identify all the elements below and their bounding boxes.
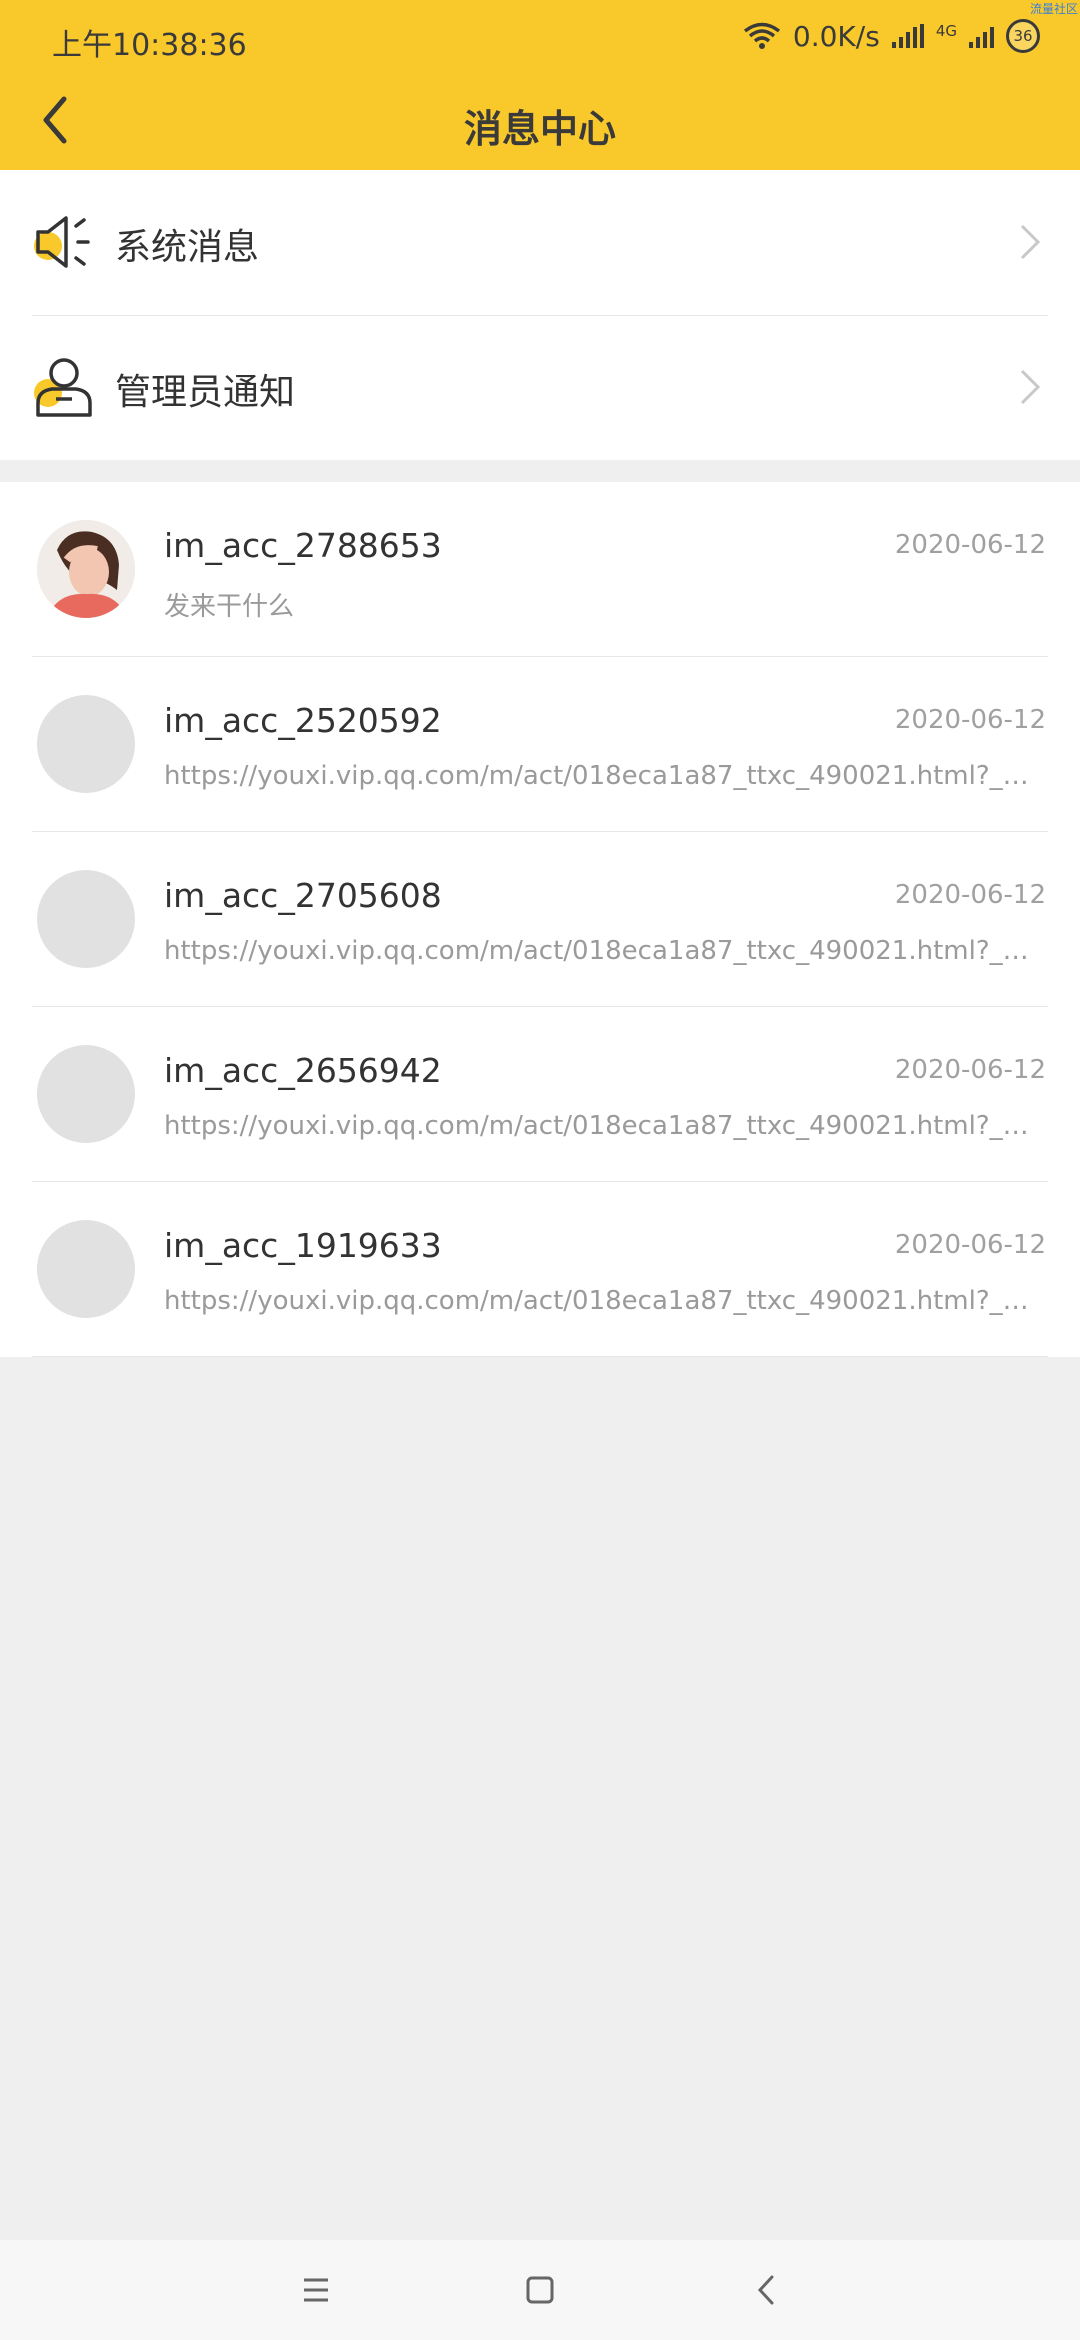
- navbar: 消息中心: [0, 70, 1080, 170]
- chevron-right-icon: [1020, 224, 1041, 260]
- conversation-date: 2020-06-12: [894, 530, 1046, 560]
- avatar-placeholder: [37, 1220, 135, 1318]
- admin-notice-entry[interactable]: 管理员通知: [0, 315, 1080, 460]
- conversation-date: 2020-06-12: [894, 880, 1046, 910]
- home-icon: [526, 2276, 554, 2304]
- avatar: [37, 520, 135, 618]
- conversation-list: im_acc_2788653 2020-06-12 发来干什么 im_acc_2…: [0, 482, 1080, 1357]
- conversation-date: 2020-06-12: [894, 1230, 1046, 1260]
- system-messages-entry[interactable]: 系统消息: [0, 170, 1080, 315]
- conversation-name: im_acc_2788653: [164, 526, 442, 565]
- conversation-name: im_acc_2705608: [164, 876, 442, 915]
- page-title: 消息中心: [463, 107, 616, 151]
- conversation-item[interactable]: im_acc_2656942 2020-06-12 https://youxi.…: [0, 1007, 1080, 1182]
- admin-notice-label: 管理员通知: [115, 372, 296, 413]
- conversation-preview: https://youxi.vip.qq.com/m/act/018eca1a8…: [164, 1286, 1034, 1316]
- conversation-date: 2020-06-12: [894, 705, 1046, 735]
- nav-back-button[interactable]: [736, 2265, 796, 2315]
- avatar-placeholder: [37, 870, 135, 968]
- conversation-name: im_acc_1919633: [164, 1226, 442, 1265]
- status-time: 上午10:38:36: [52, 28, 247, 63]
- avatar-placeholder: [37, 1045, 135, 1143]
- conversation-item[interactable]: im_acc_2520592 2020-06-12 https://youxi.…: [0, 657, 1080, 832]
- network-type: 4G: [935, 22, 957, 40]
- home-button[interactable]: [510, 2265, 570, 2315]
- conversation-item[interactable]: im_acc_1919633 2020-06-12 https://youxi.…: [0, 1182, 1080, 1357]
- avatar-placeholder: [37, 695, 135, 793]
- notification-entries: 系统消息 管理员通知: [0, 170, 1080, 460]
- conversation-item[interactable]: im_acc_2788653 2020-06-12 发来干什么: [0, 482, 1080, 657]
- conversation-name: im_acc_2520592: [164, 701, 442, 740]
- status-bar: 上午10:38:36 流量社区 0.0K/s 4G 36: [0, 0, 1080, 70]
- menu-icon: [304, 2278, 328, 2302]
- speaker-icon: [34, 216, 90, 268]
- user-photo-icon: [37, 520, 135, 618]
- net-speed: 0.0K/s: [792, 19, 880, 53]
- status-indicators: 0.0K/s 4G 36: [743, 18, 1040, 54]
- chevron-right-icon: [1020, 369, 1041, 405]
- divider: [32, 1356, 1048, 1357]
- system-messages-label: 系统消息: [115, 227, 260, 268]
- conversation-name: im_acc_2656942: [164, 1051, 442, 1090]
- conversation-item[interactable]: im_acc_2705608 2020-06-12 https://youxi.…: [0, 832, 1080, 1007]
- conversation-preview: https://youxi.vip.qq.com/m/act/018eca1a8…: [164, 761, 1034, 791]
- conversation-preview: https://youxi.vip.qq.com/m/act/018eca1a8…: [164, 1111, 1034, 1141]
- conversation-date: 2020-06-12: [894, 1055, 1046, 1085]
- back-icon: [757, 2275, 774, 2305]
- corner-label: 流量社区: [1029, 2, 1078, 16]
- conversation-preview: 发来干什么: [164, 592, 295, 622]
- header-bar: 上午10:38:36 流量社区 0.0K/s 4G 36 消息中心: [0, 0, 1080, 170]
- signal-icon-2: [969, 24, 994, 48]
- menu-button[interactable]: [286, 2265, 346, 2315]
- conversation-preview: https://youxi.vip.qq.com/m/act/018eca1a8…: [164, 936, 1034, 966]
- battery-icon: 36: [1006, 19, 1040, 53]
- system-nav-bar: [0, 2240, 1080, 2340]
- admin-user-icon: [34, 358, 92, 417]
- wifi-icon: [743, 22, 780, 49]
- signal-icon: [891, 24, 924, 48]
